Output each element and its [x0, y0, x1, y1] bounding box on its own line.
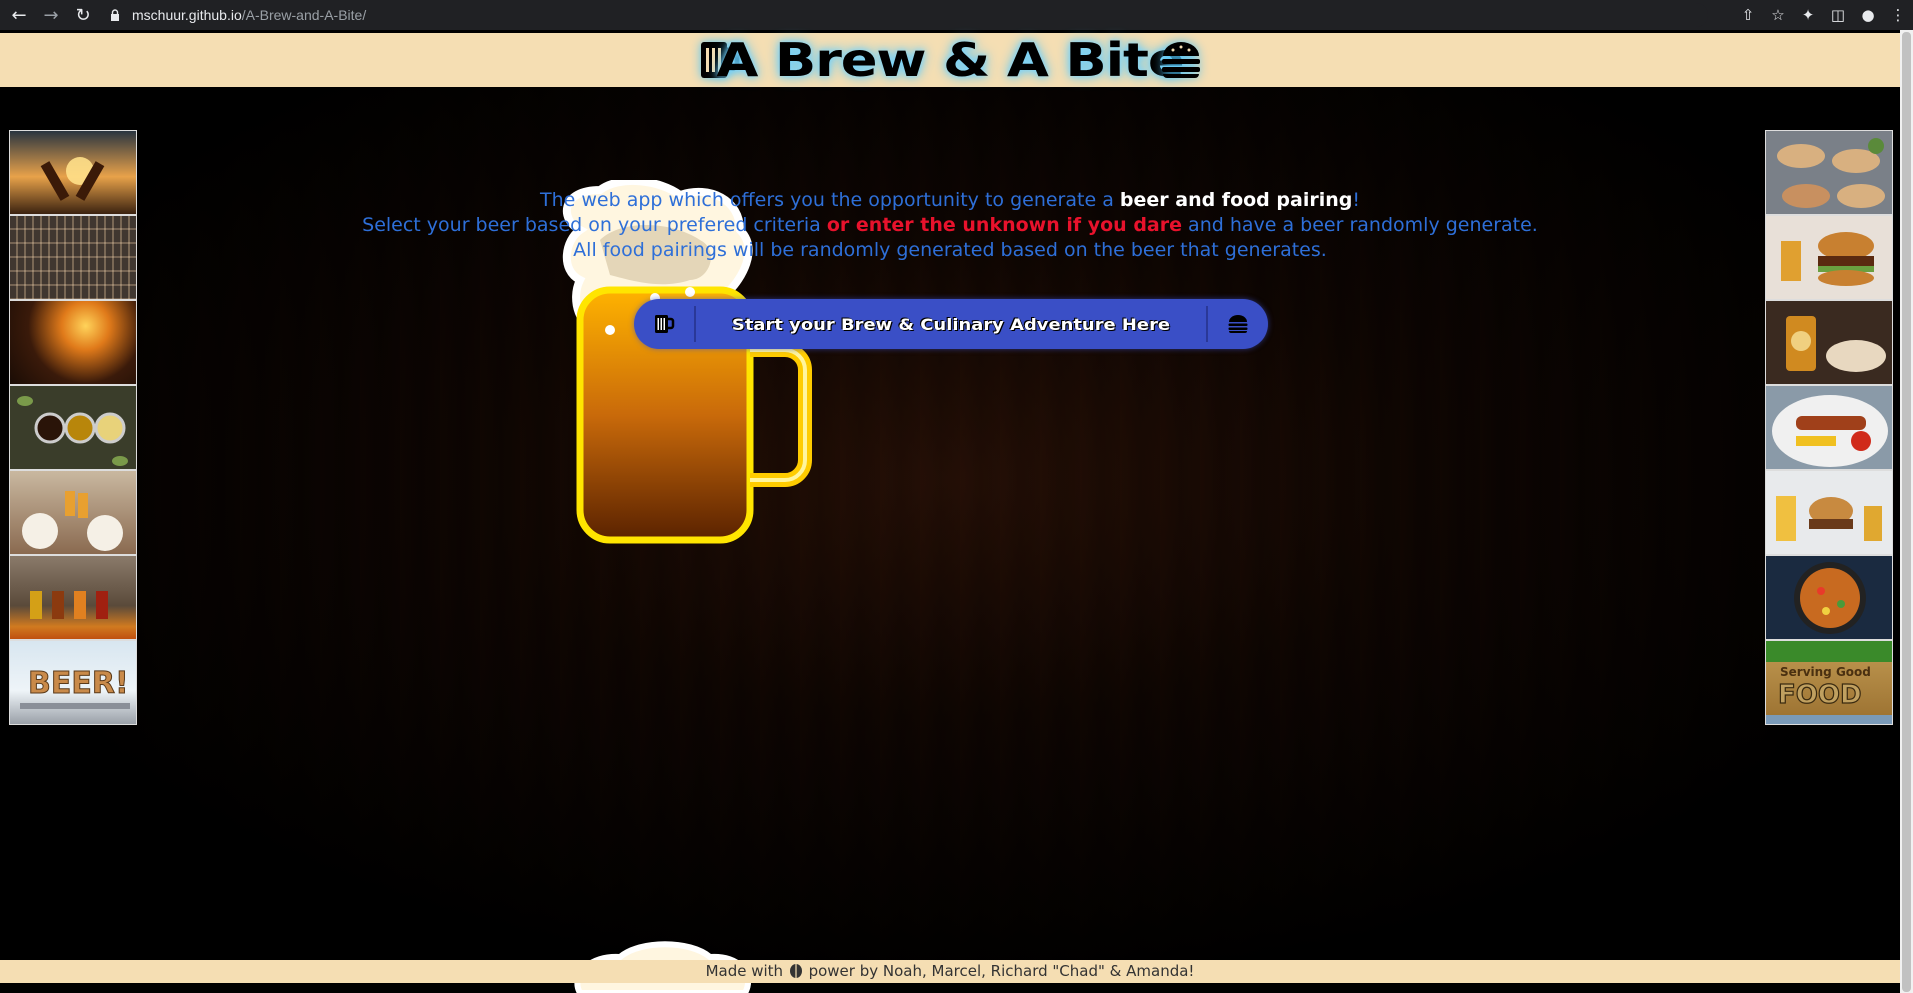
- url-path: /A-Brew-and-A-Bite/: [241, 7, 367, 23]
- intro-line-2: Select your beer based on your prefered …: [362, 214, 1538, 236]
- right-photo-gallery: Serving Good FOOD: [1765, 130, 1893, 725]
- start-adventure-button[interactable]: Start your Brew & Culinary Adventure Her…: [634, 299, 1268, 349]
- site-title: A Brew & A Bite: [716, 33, 1184, 87]
- hop-icon: [788, 963, 804, 979]
- extensions-icon[interactable]: ✦: [1793, 0, 1823, 30]
- url-host: mschuur.github.io: [132, 7, 242, 23]
- forward-arrow-icon[interactable]: →: [38, 2, 64, 28]
- beer-cheers-sunset-photo: [9, 130, 137, 215]
- noodle-pan-photo: [1765, 555, 1893, 640]
- grilled-platter-photo: [1765, 385, 1893, 470]
- sign-text-top: Serving Good: [1780, 665, 1871, 679]
- burger-icon: [1158, 37, 1204, 83]
- intro-line-1: The web app which offers you the opportu…: [540, 189, 1360, 211]
- lock-icon: [108, 8, 122, 22]
- beer-sign-photo[interactable]: BEER!: [9, 640, 137, 725]
- menu-icon[interactable]: ⋮: [1883, 0, 1913, 30]
- reload-icon[interactable]: ↻: [70, 2, 96, 28]
- hops-beer-glasses-photo: [9, 385, 137, 470]
- beer-and-snacks-photo: [1765, 300, 1893, 385]
- bar-shelves-photo: [9, 215, 137, 300]
- sign-text-bottom: FOOD: [1778, 680, 1862, 710]
- burger-fries-photo: [1765, 215, 1893, 300]
- intro-text: The web app which offers you the opportu…: [0, 188, 1900, 263]
- logo[interactable]: A Brew & A Bite: [696, 33, 1204, 87]
- back-arrow-icon[interactable]: ←: [6, 2, 32, 28]
- share-icon[interactable]: ⇧: [1733, 0, 1763, 30]
- friends-toast-meal-photo: [9, 470, 137, 555]
- beer-flight-photo: [9, 555, 137, 640]
- svg-text:BEER!: BEER!: [28, 666, 129, 701]
- address-bar[interactable]: mschuur.github.io/A-Brew-and-A-Bite/: [108, 3, 1708, 27]
- site-header: A Brew & A Bite: [0, 33, 1900, 87]
- sidebar-icon[interactable]: ◫: [1823, 0, 1853, 30]
- page-scrollbar[interactable]: [1900, 30, 1913, 993]
- left-photo-gallery: BEER!: [9, 130, 137, 725]
- star-icon[interactable]: ☆: [1763, 0, 1793, 30]
- start-adventure-label: Start your Brew & Culinary Adventure Her…: [731, 314, 1171, 334]
- tacos-wraps-photo: [1765, 130, 1893, 215]
- scrollbar-thumb[interactable]: [1902, 32, 1911, 992]
- burger-beer-fries-photo: [1765, 470, 1893, 555]
- grill-steak-beer-photo: [9, 300, 137, 385]
- intro-line-3: All food pairings will be randomly gener…: [573, 239, 1327, 261]
- serving-good-food-sign-photo[interactable]: Serving Good FOOD: [1765, 640, 1893, 725]
- profile-icon[interactable]: ●: [1853, 0, 1883, 30]
- browser-toolbar: ← → ↻ mschuur.github.io/A-Brew-and-A-Bit…: [0, 0, 1913, 30]
- site-footer: Made with power by Noah, Marcel, Richard…: [0, 960, 1900, 983]
